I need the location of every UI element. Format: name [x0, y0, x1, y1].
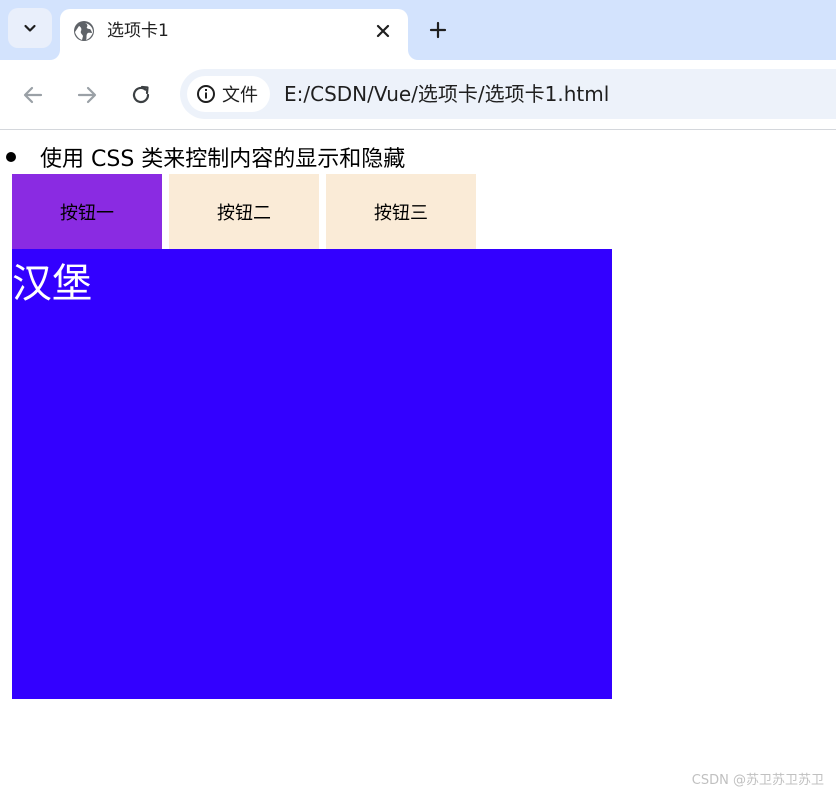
forward-button[interactable] [73, 81, 101, 109]
arrow-left-icon [23, 86, 43, 104]
browser-tab-active[interactable]: 选项卡1 [60, 9, 408, 60]
tab-button-1[interactable]: 按钮一 [12, 174, 162, 249]
plus-icon [429, 21, 447, 39]
arrow-right-icon [77, 86, 97, 104]
tab-close-button[interactable] [372, 20, 394, 42]
address-bar[interactable]: 文件 E:/CSDN/Vue/选项卡/选项卡1.html [180, 69, 836, 119]
reload-button[interactable] [127, 81, 155, 109]
site-chip-label: 文件 [222, 85, 258, 106]
new-tab-button[interactable] [424, 16, 452, 44]
bullet-icon [6, 152, 16, 162]
tab-button-2[interactable]: 按钮二 [169, 174, 319, 249]
tab-search-button[interactable] [8, 8, 52, 48]
panel-text: 汉堡 [12, 261, 92, 307]
page-content: 使用 CSS 类来控制内容的显示和隐藏 按钮一 按钮二 按钮三 汉堡 CSDN … [0, 130, 836, 795]
tab-strip: 选项卡1 [0, 0, 836, 60]
browser-toolbar: 文件 E:/CSDN/Vue/选项卡/选项卡1.html [0, 60, 836, 130]
watermark: CSDN @苏卫苏卫苏卫 [691, 773, 824, 788]
info-icon [197, 85, 215, 103]
url-text[interactable]: E:/CSDN/Vue/选项卡/选项卡1.html [284, 82, 609, 106]
content-panel: 汉堡 [12, 249, 612, 699]
tab-title: 选项卡1 [107, 21, 169, 41]
site-info-chip[interactable]: 文件 [187, 76, 270, 112]
list-item-text: 使用 CSS 类来控制内容的显示和隐藏 [40, 147, 406, 172]
tab-button-3[interactable]: 按钮三 [326, 174, 476, 249]
back-button[interactable] [19, 81, 47, 109]
chevron-down-icon [24, 24, 36, 32]
list-item: 使用 CSS 类来控制内容的显示和隐藏 [6, 146, 405, 174]
globe-icon [74, 21, 94, 41]
reload-icon [132, 85, 150, 104]
close-icon [376, 24, 390, 38]
